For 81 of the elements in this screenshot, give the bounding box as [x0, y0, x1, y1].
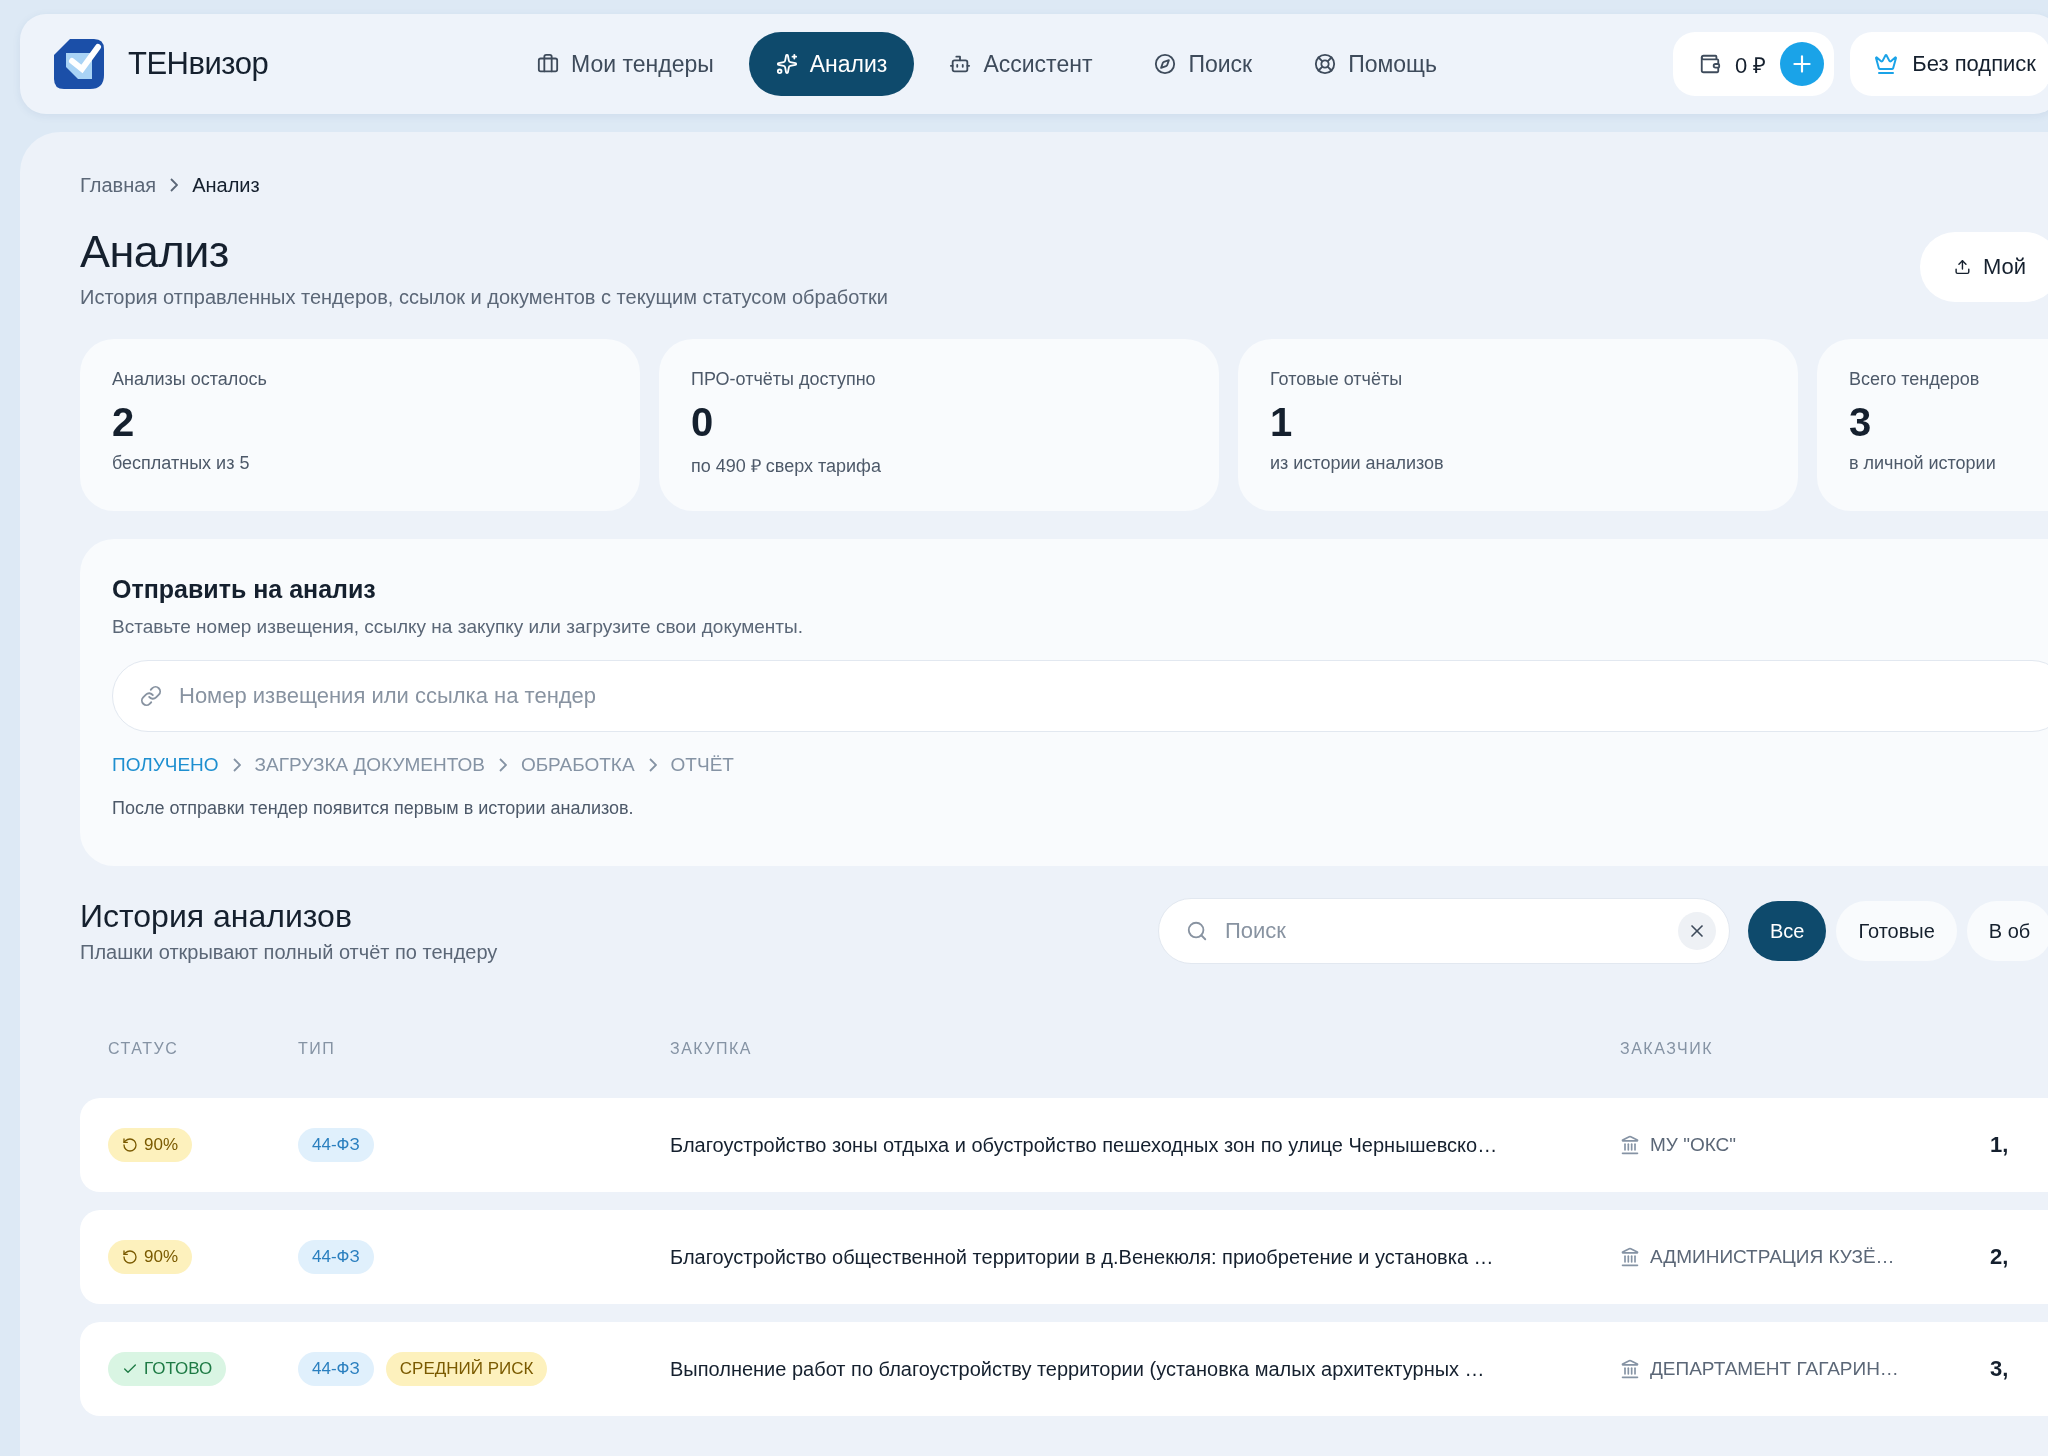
- building-icon: [1620, 1359, 1640, 1379]
- progress-step: ОБРАБОТКА: [520, 754, 635, 776]
- tender-row[interactable]: 90% 44-ФЗ Благоустройство общественной территории в д.Венекюля: приобретение и установка … АДМИНИСТРАЦИЯ КУЗЁ… 2,: [80, 1210, 2048, 1304]
- column-header: СТАТУС: [108, 1040, 180, 1058]
- upload-button[interactable]: Мой: [1920, 232, 2048, 302]
- spinner-icon: [122, 1249, 138, 1265]
- stat-label: Всего тендеров: [1849, 369, 1981, 390]
- spinner-icon: [122, 1137, 138, 1153]
- stat-note: по 490 ₽ сверх тарифа: [691, 455, 882, 477]
- breadcrumb-link[interactable]: Анализ: [192, 173, 260, 197]
- section-hint: Вставьте номер извещения, ссылку на закупку или загрузите свои документы.: [112, 616, 804, 638]
- amount: 1,: [1990, 1132, 2010, 1158]
- status-label: 90%: [144, 1247, 179, 1267]
- link-field[interactable]: Номер извещения или ссылка на тендер: [112, 660, 2048, 732]
- section-title: История анализов: [80, 898, 353, 935]
- stat-value: 3: [1849, 400, 1873, 445]
- customer-name: АДМИНИСТРАЦИЯ КУЗЁ…: [1650, 1246, 1895, 1268]
- stat-value: 2: [112, 400, 136, 445]
- stat-label: Готовые отчёты: [1270, 369, 1404, 390]
- building-icon: [1620, 1135, 1640, 1155]
- nav-tab[interactable]: Мои тендеры: [510, 32, 741, 96]
- purchase-title: Выполнение работ по благоустройству территории (установка малых архитектурных …: [670, 1357, 1486, 1381]
- stat-value: 0: [691, 400, 715, 445]
- column-header: ЗАКУПКА: [670, 1040, 753, 1058]
- chevron-icon: [232, 758, 241, 772]
- tag: 44-ФЗ: [298, 1128, 374, 1162]
- tag: 44-ФЗ: [298, 1352, 374, 1386]
- sparkles-icon: [775, 53, 798, 75]
- amount: 3,: [1990, 1356, 2010, 1382]
- page-subtitle: История отправленных тендеров, ссылок и документов с текущим статусом обработки: [80, 286, 889, 309]
- tender-row[interactable]: 90% 44-ФЗ Благоустройство зоны отдыха и обустройство пешеходных зон по улице Чернышевско… МУ "ОКС" 1,: [80, 1098, 2048, 1192]
- search-field[interactable]: Поиск: [1158, 898, 1730, 964]
- crown-icon: [1874, 52, 1899, 76]
- nav-tab[interactable]: Анализ: [748, 32, 915, 96]
- tag: СРЕДНИЙ РИСК: [385, 1352, 548, 1386]
- page-title: Анализ: [80, 226, 230, 278]
- stat-label: Анализы осталось: [112, 369, 268, 390]
- top-up-button[interactable]: [1780, 42, 1825, 86]
- brand-name: ТЕНвизор: [128, 46, 269, 82]
- chevron-icon: [648, 758, 657, 772]
- nav-tab[interactable]: Ассистент: [922, 32, 1120, 96]
- filter-button[interactable]: Все: [1748, 901, 1827, 961]
- nav-tab[interactable]: Помощь: [1287, 32, 1464, 96]
- column-header: ЗАКАЗЧИК: [1620, 1040, 1714, 1058]
- compass-icon: [1154, 53, 1177, 75]
- filter-button[interactable]: Готовые: [1836, 901, 1957, 961]
- briefcase-icon: [537, 53, 559, 75]
- submit-note: После отправки тендер появится первым в истории анализов.: [112, 798, 635, 819]
- chevron-icon: [498, 758, 507, 772]
- search-icon: [1186, 920, 1208, 942]
- link-icon: [140, 685, 162, 707]
- status-label: ГОТОВО: [144, 1359, 213, 1379]
- customer-name: ДЕПАРТАМЕНТ ГАГАРИН…: [1650, 1358, 1899, 1380]
- stat-note: из истории анализов: [1270, 453, 1445, 474]
- progress-step: ПОЛУЧЕНО: [112, 754, 219, 776]
- progress-step: ОТЧЁТ: [670, 754, 734, 776]
- chevron-icon: [170, 178, 179, 192]
- lifebuoy-icon: [1314, 53, 1337, 75]
- purchase-title: Благоустройство зоны отдыха и обустройство пешеходных зон по улице Чернышевско…: [670, 1133, 1499, 1157]
- wallet-icon: [1698, 53, 1721, 75]
- breadcrumb-link[interactable]: Главная: [80, 173, 157, 197]
- subscription-button[interactable]: Без подписк: [1850, 32, 2048, 96]
- tender-row[interactable]: ГОТОВО 44-ФЗ СРЕДНИЙ РИСК Выполнение работ по благоустройству территории (установка малых архитектурных … ДЕПАРТАМЕНТ ГАГАРИН… 3,: [80, 1322, 2048, 1416]
- status-label: 90%: [144, 1135, 179, 1155]
- wallet-balance: 0 ₽: [1734, 52, 1767, 79]
- robot-icon: [949, 53, 972, 75]
- section-subtitle: Плашки открывают полный отчёт по тендеру: [80, 941, 499, 964]
- stat-label: ПРО-отчёты доступно: [691, 369, 877, 390]
- stat-value: 1: [1270, 400, 1294, 445]
- section-title: Отправить на анализ: [112, 575, 377, 604]
- column-header: ТИП: [298, 1040, 337, 1058]
- stat-note: в личной истории: [1849, 453, 1997, 474]
- filter-button[interactable]: В об: [1966, 901, 2048, 961]
- tag: 44-ФЗ: [298, 1240, 374, 1274]
- purchase-title: Благоустройство общественной территории в д.Венекюля: приобретение и установка …: [670, 1245, 1495, 1269]
- nav-tab[interactable]: Поиск: [1127, 32, 1280, 96]
- progress-step: ЗАГРУЗКА ДОКУМЕНТОВ: [254, 754, 485, 776]
- amount: 2,: [1990, 1244, 2010, 1270]
- building-icon: [1620, 1247, 1640, 1267]
- customer-name: МУ "ОКС": [1650, 1134, 1737, 1156]
- stat-note: бесплатных из 5: [112, 453, 251, 474]
